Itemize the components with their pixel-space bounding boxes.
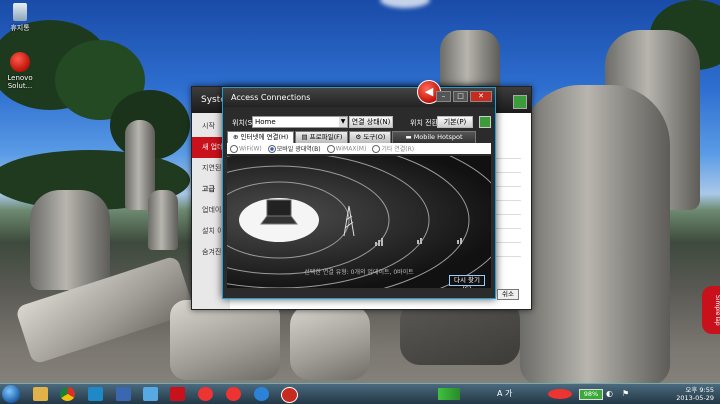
radio-wimax[interactable]: WiMAX(M)	[326, 144, 367, 153]
taskbar: A 가 98% ◐ ⚑ 오후 9:55 2013-05-29	[0, 383, 720, 404]
location-switch-button[interactable]: 기본(P)	[437, 116, 473, 128]
radio-wifi[interactable]: WiFi(W)	[230, 144, 262, 153]
lenovo-app-icon[interactable]	[226, 387, 241, 401]
hotspot-icon: ▬	[405, 133, 412, 141]
app-icon[interactable]	[170, 387, 185, 401]
tool-icon[interactable]	[513, 95, 527, 109]
reconnect-button[interactable]: 다시 찾기(S)	[449, 275, 485, 288]
radio-label: WiFi(W)	[239, 145, 262, 152]
tray-icons	[548, 389, 572, 399]
tab-label: Mobile Hotspot	[413, 133, 463, 141]
radio-label: WiMAX(M)	[335, 145, 367, 152]
outlook-icon[interactable]	[116, 387, 131, 401]
network-signal-icon[interactable]	[438, 388, 460, 400]
volume-icon[interactable]: ◐	[606, 389, 616, 399]
lync-icon[interactable]	[143, 387, 158, 401]
window-title: Access Connections	[231, 93, 311, 102]
radio-button	[267, 145, 276, 154]
location-switch-label: 위치 전환:	[410, 119, 441, 127]
internet-explorer-icon[interactable]	[254, 387, 269, 401]
chevron-down-icon: ▼	[339, 117, 347, 127]
main-tabs: ⊕ 인터넷에 연결(H) ▤ 프로파일(F) ⚙ 도구(O) ▬ Mobile …	[227, 131, 476, 144]
start-button[interactable]	[2, 385, 20, 403]
radio-label: 기타 연결(R)	[381, 145, 415, 153]
radio-mobile-broadband[interactable]: 모바일 광대역(B)	[267, 144, 321, 154]
tab-label: 인터넷에 연결(H)	[240, 133, 289, 141]
media-player-icon[interactable]	[88, 387, 103, 401]
signal-strength-icon	[457, 238, 462, 244]
radio-button	[372, 145, 381, 154]
update-list	[494, 145, 521, 257]
desktop-icon-recycle-bin[interactable]: 휴지통	[0, 3, 40, 33]
clock-date: 2013-05-29	[676, 394, 714, 402]
clock[interactable]: 오후 9:55 2013-05-29	[676, 386, 714, 402]
access-connections-window: Access Connections ◀ – □ ✕ 위치(S): Home ▼…	[222, 80, 496, 299]
globe-icon: ⊕	[233, 133, 239, 141]
document-icon: ▤	[301, 133, 308, 141]
desktop-icon-label: 휴지통	[10, 24, 30, 32]
tab-label: 도구(O)	[363, 133, 386, 141]
ime-indicator[interactable]: A 가	[497, 388, 512, 399]
desktop-icon-label: Lenovo Solut...	[7, 74, 33, 90]
location-value: Home	[255, 118, 276, 126]
minimize-icon[interactable]: –	[436, 91, 451, 102]
radio-label: 모바일 광대역(B)	[276, 145, 321, 153]
radio-other[interactable]: 기타 연결(R)	[372, 144, 414, 154]
connection-visualization: 선택한 연결 유형: 0개의 업데이트, 0바이트 다시 찾기(S)	[227, 156, 491, 288]
clock-time: 오후 9:55	[685, 386, 714, 394]
tab-label: 프로파일(F)	[309, 133, 343, 141]
explorer-icon[interactable]	[33, 387, 48, 401]
location-tool-icon[interactable]	[479, 116, 491, 128]
desktop-icon-lenovo-solution[interactable]: Lenovo Solut...	[0, 52, 40, 90]
maximize-icon[interactable]: □	[453, 91, 468, 102]
flag-icon[interactable]: ⚑	[622, 389, 632, 399]
recycle-bin-icon	[13, 3, 27, 21]
chrome-icon[interactable]	[60, 387, 75, 401]
connection-status-button[interactable]: 연결 상태(N)	[349, 116, 393, 128]
radio-button	[326, 144, 335, 153]
access-connections-taskbar-icon[interactable]	[281, 387, 298, 403]
lenovo-solution-center-icon	[10, 52, 30, 72]
signal-strength-icon	[375, 238, 383, 246]
connection-type-radios: WiFi(W) 모바일 광대역(B) WiMAX(M) 기타 연결(R)	[227, 143, 491, 154]
radio-button	[230, 144, 238, 153]
gear-icon: ⚙	[355, 133, 362, 141]
close-icon[interactable]: ✕	[470, 91, 492, 102]
location-select[interactable]: Home ▼	[252, 116, 348, 128]
system-update-close-button[interactable]: 쉬소	[497, 289, 519, 300]
simpletap-side-tab[interactable]: SimpleTap	[702, 286, 720, 334]
battery-indicator[interactable]: 98%	[579, 389, 603, 400]
window-controls: – □ ✕	[436, 91, 492, 102]
lenovo-app-icon[interactable]	[198, 387, 213, 401]
location-toolbar: 위치(S): Home ▼ 연결 상태(N) 위치 전환: 기본(P)	[223, 115, 495, 128]
